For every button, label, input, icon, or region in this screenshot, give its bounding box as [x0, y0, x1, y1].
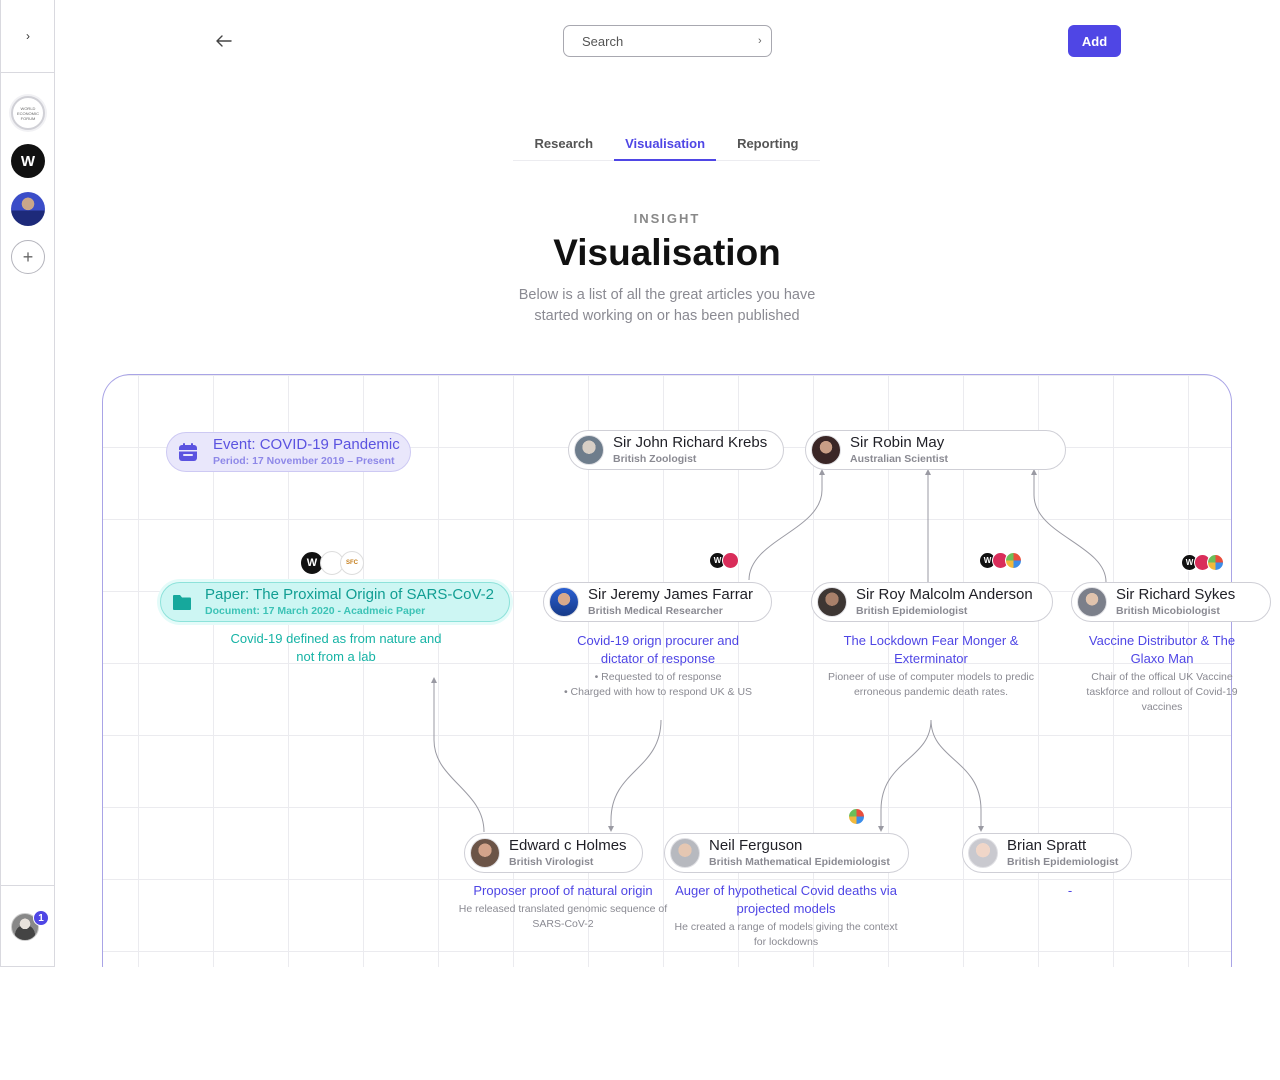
person-role: British Mathematical Epidemiologist — [709, 855, 890, 868]
holmes-avatar — [470, 838, 500, 868]
farrar-publishers: W — [709, 552, 739, 569]
farrar-headline: Covid-19 orign procurer and dictator of … — [577, 633, 739, 666]
person-node-anderson[interactable]: Sir Roy Malcolm Anderson British Epidemio… — [811, 582, 1053, 622]
arrow-left-icon — [216, 35, 232, 47]
sykes-description: Vaccine Distributor & The Glaxo Man Chai… — [1084, 632, 1240, 715]
tab-research[interactable]: Research — [524, 128, 605, 161]
workspace-world-economic-forum[interactable]: WORLD ECONOMIC FORUM — [11, 96, 45, 130]
person-node-spratt[interactable]: Brian Spratt British Epidemiologist — [962, 833, 1132, 873]
spratt-description: - — [1040, 882, 1100, 900]
person-name: Brian Spratt — [1007, 836, 1087, 854]
person-role: British Zoologist — [613, 452, 697, 465]
publisher-multicolor-logo — [848, 808, 865, 825]
workspace-sidebar: › WORLD ECONOMIC FORUM W + 1 — [0, 0, 55, 967]
anderson-description: The Lockdown Fear Monger & Exterminator … — [818, 632, 1044, 700]
workspace-w[interactable]: W — [11, 144, 45, 178]
publisher-sfc-logo: SFC — [340, 551, 364, 575]
spratt-avatar — [968, 838, 998, 868]
person-role: British Epidemiologist — [1007, 855, 1119, 868]
paper-title: Paper: The Proximal Origin of SARS-CoV-2 — [205, 586, 495, 603]
wef-logo: WORLD ECONOMIC FORUM — [17, 105, 39, 121]
farrar-description: Covid-19 orign procurer and dictator of … — [555, 632, 761, 700]
ferguson-publishers — [848, 808, 865, 825]
w-logo: W — [20, 152, 36, 170]
person-name: Sir Roy Malcolm Anderson — [856, 585, 1033, 603]
paper-publishers: W SFC — [300, 551, 364, 575]
sykes-avatar — [1077, 587, 1107, 617]
person-name: Neil Ferguson — [709, 836, 803, 854]
person-node-may[interactable]: Sir Robin May Australian Scientist — [805, 430, 1066, 470]
event-period: Period: 17 November 2019 – Present — [213, 455, 395, 467]
farrar-note: • Requested to of response — [594, 671, 722, 683]
sykes-headline: Vaccine Distributor & The Glaxo Man — [1088, 633, 1236, 666]
person-name: Sir John Richard Krebs — [613, 433, 768, 451]
notification-badge[interactable]: 1 — [33, 910, 49, 926]
publisher-multicolor-logo — [1207, 554, 1224, 571]
add-button[interactable]: Add — [1068, 25, 1121, 57]
spratt-headline: - — [1067, 883, 1073, 898]
ferguson-headline: Auger of hypothetical Covid deaths via p… — [675, 883, 897, 916]
sykes-body: Chair of the offical UK Vaccine taskforc… — [1086, 671, 1238, 713]
person-node-holmes[interactable]: Edward c Holmes British Virologist — [464, 833, 643, 873]
paper-node[interactable]: Paper: The Proximal Origin of SARS-CoV-2… — [160, 582, 510, 622]
person-name: Sir Richard Sykes — [1116, 585, 1236, 603]
paper-meta: Document: 17 March 2020 - Acadmeic Paper — [205, 605, 426, 617]
tab-visualisation[interactable]: Visualisation — [614, 128, 717, 161]
search-input[interactable] — [582, 33, 758, 49]
person-name: Edward c Holmes — [509, 836, 627, 854]
person-role: British Medical Researcher — [588, 604, 723, 617]
search-submit-icon[interactable]: › — [758, 35, 762, 47]
chevron-right-icon: › — [26, 29, 30, 43]
person-name: Sir Jeremy James Farrar — [588, 585, 754, 603]
anderson-headline: The Lockdown Fear Monger & Exterminator — [843, 633, 1019, 666]
person-node-sykes[interactable]: Sir Richard Sykes British Micobiologist — [1071, 582, 1271, 622]
holmes-description: Proposer proof of natural origin He rele… — [453, 882, 673, 932]
person-name: Sir Robin May — [850, 433, 945, 451]
ferguson-description: Auger of hypothetical Covid deaths via p… — [672, 882, 900, 950]
paper-description: Covid-19 defined as from nature and not … — [230, 630, 442, 666]
expand-sidebar-button[interactable]: › — [1, 0, 55, 73]
person-role: Australian Scientist — [850, 452, 949, 465]
page-title: Visualisation — [553, 232, 781, 273]
publisher-multicolor-logo — [1005, 552, 1022, 569]
search-bar: › — [563, 25, 772, 57]
person-role: British Micobiologist — [1116, 604, 1220, 617]
anderson-publishers: W — [979, 552, 1022, 569]
event-title: Event: COVID-19 Pandemic — [213, 436, 400, 453]
farrar-note: • Charged with how to respond UK & US — [563, 686, 753, 698]
holmes-body: He released translated genomic sequence … — [458, 903, 668, 930]
page-subtitle: Below is a list of all the great article… — [518, 287, 816, 324]
section-eyebrow: INSIGHT — [633, 211, 701, 226]
may-avatar — [811, 435, 841, 465]
person-node-krebs[interactable]: Sir John Richard Krebs British Zoologist — [568, 430, 784, 470]
anderson-body: Pioneer of use of computer models to pre… — [827, 671, 1035, 698]
folder-icon — [173, 595, 191, 610]
paper-headline: Covid-19 defined as from nature and not … — [230, 631, 442, 664]
krebs-avatar — [574, 435, 604, 465]
ferguson-avatar — [670, 838, 700, 868]
calendar-icon — [179, 443, 197, 461]
publisher-red-logo — [722, 552, 739, 569]
tab-reporting[interactable]: Reporting — [726, 128, 809, 161]
page-bottom-whitespace — [0, 967, 1280, 1080]
ferguson-body: He created a range of models giving the … — [674, 921, 898, 948]
person-node-ferguson[interactable]: Neil Ferguson British Mathematical Epidem… — [664, 833, 909, 873]
anderson-avatar — [817, 587, 847, 617]
sykes-publishers: W — [1181, 554, 1224, 571]
user-section: 1 — [1, 885, 55, 967]
person-node-farrar[interactable]: Sir Jeremy James Farrar British Medical R… — [543, 582, 772, 622]
back-button[interactable] — [213, 30, 235, 52]
section-tabs: Research Visualisation Reporting — [513, 128, 820, 161]
event-node[interactable]: Event: COVID-19 Pandemic Period: 17 Novem… — [166, 432, 411, 472]
person-role: British Virologist — [509, 855, 594, 868]
holmes-headline: Proposer proof of natural origin — [473, 883, 653, 898]
farrar-avatar — [549, 587, 579, 617]
person-role: British Epidemiologist — [856, 604, 968, 617]
